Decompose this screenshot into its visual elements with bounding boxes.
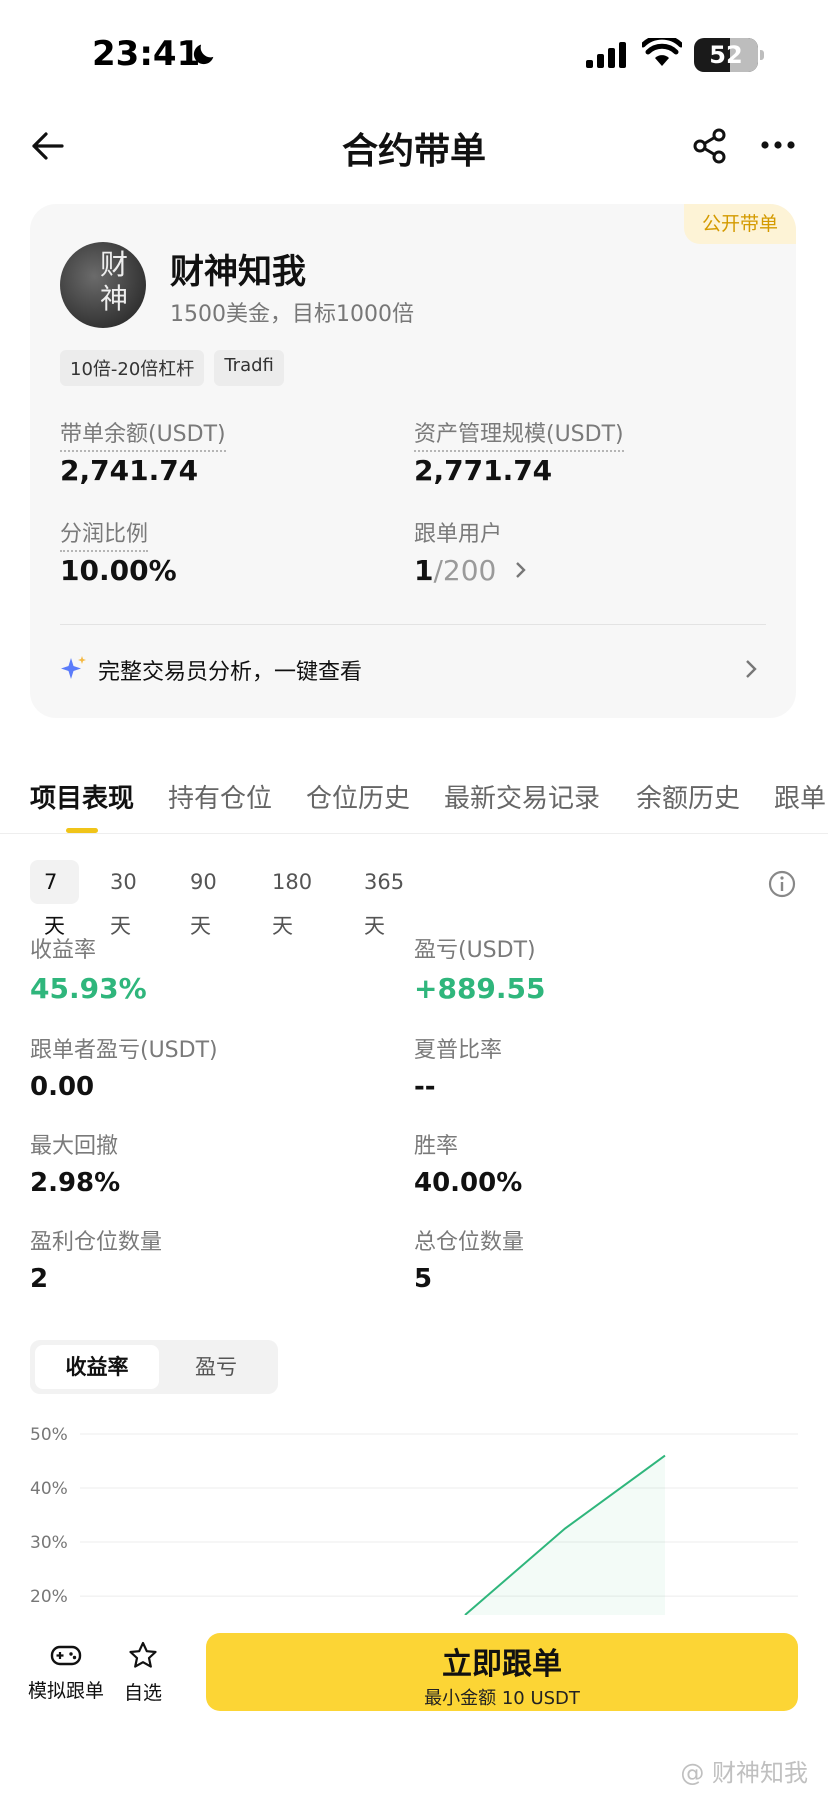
active-tab-indicator <box>66 828 98 833</box>
gamepad-icon <box>50 1645 82 1666</box>
period-90d[interactable]: 90天 <box>190 860 217 938</box>
more-options-icon[interactable] <box>760 140 796 150</box>
period-7d[interactable]: 7天 <box>30 860 79 938</box>
info-icon[interactable] <box>768 870 796 898</box>
status-time: 23:41 <box>92 34 201 74</box>
trader-profile-card: 公开带单 财神 财神知我 1500美金，目标1000倍 10倍-20倍杠杆 Tr… <box>30 204 796 718</box>
toggle-pnl[interactable]: 盈亏 <box>154 1345 278 1389</box>
tab-performance[interactable]: 项目表现 <box>30 778 134 815</box>
followers-count[interactable]: 1/200 <box>414 554 528 587</box>
roi-line-chart: 50% 40% 30% 20% <box>30 1425 798 1615</box>
pnl-label: 盈亏(USDT) <box>414 938 536 963</box>
drawdown-value: 2.98% <box>30 1168 121 1198</box>
y-tick-label: 20% <box>30 1587 68 1607</box>
toggle-roi[interactable]: 收益率 <box>35 1345 159 1389</box>
total-positions-value: 5 <box>414 1264 433 1294</box>
roi-value: 45.93% <box>30 972 147 1005</box>
chevron-right-icon <box>746 660 757 678</box>
card-divider <box>60 624 766 625</box>
period-30d[interactable]: 30天 <box>110 860 137 938</box>
follow-now-button[interactable]: 立即跟单 最小金额 10 USDT <box>206 1633 798 1711</box>
status-bar: 23:41 52 <box>0 0 828 110</box>
total-positions-label: 总仓位数量 <box>414 1230 525 1255</box>
sharpe-label: 夏普比率 <box>414 1038 503 1063</box>
followers-label: 跟单用户 <box>414 522 503 547</box>
tab-balance-history[interactable]: 余额历史 <box>636 778 740 815</box>
chevron-right-icon <box>516 562 526 578</box>
winrate-label: 胜率 <box>414 1134 459 1159</box>
avatar[interactable]: 财神 <box>60 242 146 328</box>
period-365d[interactable]: 365天 <box>364 860 404 938</box>
avatar-text: 财神 <box>100 248 129 315</box>
battery-icon: 52 <box>694 38 764 72</box>
trader-tags: 10倍-20倍杠杆 Tradfi <box>60 350 284 386</box>
roi-label: 收益率 <box>30 938 97 963</box>
nav-bar: 合约带单 <box>0 110 828 182</box>
aum-label[interactable]: 资产管理规模(USDT) <box>414 416 624 452</box>
tab-position-history[interactable]: 仓位历史 <box>306 778 410 815</box>
aum-value: 2,771.74 <box>414 454 553 487</box>
star-icon <box>129 1641 157 1668</box>
balance-value: 2,741.74 <box>60 454 199 487</box>
section-tabs: 项目表现 持有仓位 仓位历史 最新交易记录 余额历史 跟单 <box>0 768 828 834</box>
demo-follow-label: 模拟跟单 <box>28 1680 105 1702</box>
bottom-action-bar: 模拟跟单 自选 立即跟单 最小金额 10 USDT @ 财神知我 <box>0 1615 828 1795</box>
battery-level: 52 <box>709 41 743 69</box>
min-amount-label: 最小金额 10 USDT <box>424 1688 580 1709</box>
trader-name: 财神知我 <box>170 252 306 292</box>
chart-area-fill <box>465 1455 665 1615</box>
follower-pnl-label: 跟单者盈亏(USDT) <box>30 1038 218 1063</box>
watchlist-label: 自选 <box>124 1682 163 1704</box>
profit-positions-label: 盈利仓位数量 <box>30 1230 163 1255</box>
trader-description: 1500美金，目标1000倍 <box>170 302 414 327</box>
profit-share-value: 10.00% <box>60 554 177 587</box>
drawdown-label: 最大回撤 <box>30 1134 119 1159</box>
winrate-value: 40.00% <box>414 1168 523 1198</box>
tab-followers[interactable]: 跟单 <box>774 778 826 815</box>
y-tick-label: 50% <box>30 1425 68 1445</box>
moon-icon <box>193 44 214 65</box>
followers-capacity: /200 <box>433 554 497 587</box>
tag-leverage: 10倍-20倍杠杆 <box>60 350 205 386</box>
follower-pnl-value: 0.00 <box>30 1072 95 1102</box>
tag-category: Tradfi <box>214 350 284 386</box>
share-icon[interactable] <box>692 128 728 164</box>
y-tick-label: 40% <box>30 1479 68 1499</box>
follow-now-label: 立即跟单 <box>442 1647 562 1682</box>
public-lead-badge: 公开带单 <box>683 204 796 244</box>
profit-positions-value: 2 <box>30 1264 49 1294</box>
wifi-icon <box>642 38 682 66</box>
profit-share-label[interactable]: 分润比例 <box>60 516 149 552</box>
watermark: @ 财神知我 <box>680 1759 808 1787</box>
balance-label[interactable]: 带单余额(USDT) <box>60 416 226 452</box>
chart-metric-toggle: 收益率 盈亏 <box>30 1340 278 1394</box>
watchlist-button[interactable]: 自选 <box>124 1641 162 1705</box>
analysis-text: 完整交易员分析，一键查看 <box>98 660 363 685</box>
cellular-signal-icon <box>586 42 626 68</box>
pnl-value: +889.55 <box>414 972 546 1005</box>
demo-follow-button[interactable]: 模拟跟单 <box>28 1643 104 1703</box>
sharpe-value: -- <box>414 1072 436 1102</box>
y-tick-label: 30% <box>30 1533 68 1553</box>
tab-latest-trades[interactable]: 最新交易记录 <box>444 778 600 815</box>
tab-open-positions[interactable]: 持有仓位 <box>168 778 272 815</box>
sparkle-icon <box>61 656 86 679</box>
period-180d[interactable]: 180天 <box>272 860 312 938</box>
trader-analysis-link[interactable]: 完整交易员分析，一键查看 <box>60 640 766 700</box>
followers-current: 1 <box>414 554 434 587</box>
